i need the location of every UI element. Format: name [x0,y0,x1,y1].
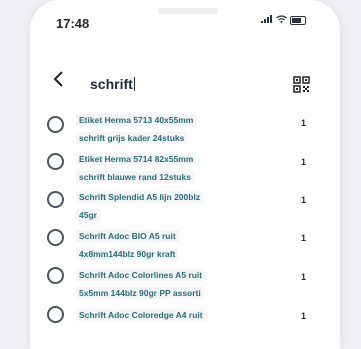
item-text: Etiket Herma 5714 82x55mm schrift blauwe… [76,149,276,185]
item-quantity: 1 [300,233,306,243]
item-title: Schrift Adoc BIO A5 ruit [76,230,179,242]
item-quantity: 1 [300,118,306,128]
item-quantity: 1 [300,272,306,282]
back-icon[interactable] [52,70,64,92]
item-quantity: 1 [300,157,306,167]
item-subtitle: schrift grijs kader 24stuks [76,132,188,144]
text-cursor [133,77,135,91]
list-item[interactable]: Schrift Adoc BIO A5 ruit 4x8mm144blz 90g… [30,225,340,264]
select-radio[interactable] [47,191,64,208]
list-item[interactable]: Schrift Adoc Coloredge A4 ruit 1 [30,303,340,342]
phone-frame: 17:48 schrift Etiket Herma 5713 40x55mm … [30,0,340,349]
select-radio[interactable] [47,306,64,323]
search-input[interactable]: schrift [90,76,135,92]
select-radio[interactable] [47,229,64,246]
item-subtitle: schrift blauwe rand 12stuks [76,171,194,183]
item-title: Schrift Adoc Coloredge A4 ruit [76,309,206,321]
wifi-icon [276,15,287,26]
item-text: Schrift Adoc Coloredge A4 ruit [76,305,276,323]
item-subtitle: 5x5mm 144blz 90gr PP assorti [76,287,204,299]
battery-icon [290,16,306,25]
list-item[interactable]: Etiket Herma 5714 82x55mm schrift blauwe… [30,147,340,186]
status-bar: 17:48 [30,0,340,34]
list-item[interactable]: Schrift Splendid A5 lijn 200blz 45gr 1 [30,186,340,225]
status-time: 17:48 [56,16,90,31]
status-icons [261,15,306,26]
select-radio[interactable] [47,153,64,170]
item-subtitle: 4x8mm144blz 90gr kraft [76,248,179,260]
item-text: Schrift Adoc BIO A5 ruit 4x8mm144blz 90g… [76,226,276,262]
item-text: Schrift Splendid A5 lijn 200blz 45gr [76,187,276,223]
select-radio[interactable] [47,267,64,284]
item-text: Etiket Herma 5713 40x55mm schrift grijs … [76,110,276,146]
item-subtitle: 45gr [76,209,100,221]
item-title: Schrift Adoc Colorlines A5 ruit [76,269,206,281]
list-item[interactable]: Etiket Herma 5713 40x55mm schrift grijs … [30,108,340,147]
qr-scan-icon[interactable] [293,76,310,93]
signal-icon [261,15,273,26]
item-quantity: 1 [300,311,306,321]
product-list: Etiket Herma 5713 40x55mm schrift grijs … [30,108,340,342]
item-title: Etiket Herma 5713 40x55mm [76,114,197,126]
search-query: schrift [90,76,133,92]
item-text: Schrift Adoc Colorlines A5 ruit 5x5mm 14… [76,265,276,301]
item-quantity: 1 [300,195,306,205]
list-item[interactable]: Schrift Adoc Colorlines A5 ruit 5x5mm 14… [30,264,340,303]
item-title: Schrift Splendid A5 lijn 200blz [76,191,204,203]
select-radio[interactable] [47,116,64,133]
item-title: Etiket Herma 5714 82x55mm [76,153,197,165]
